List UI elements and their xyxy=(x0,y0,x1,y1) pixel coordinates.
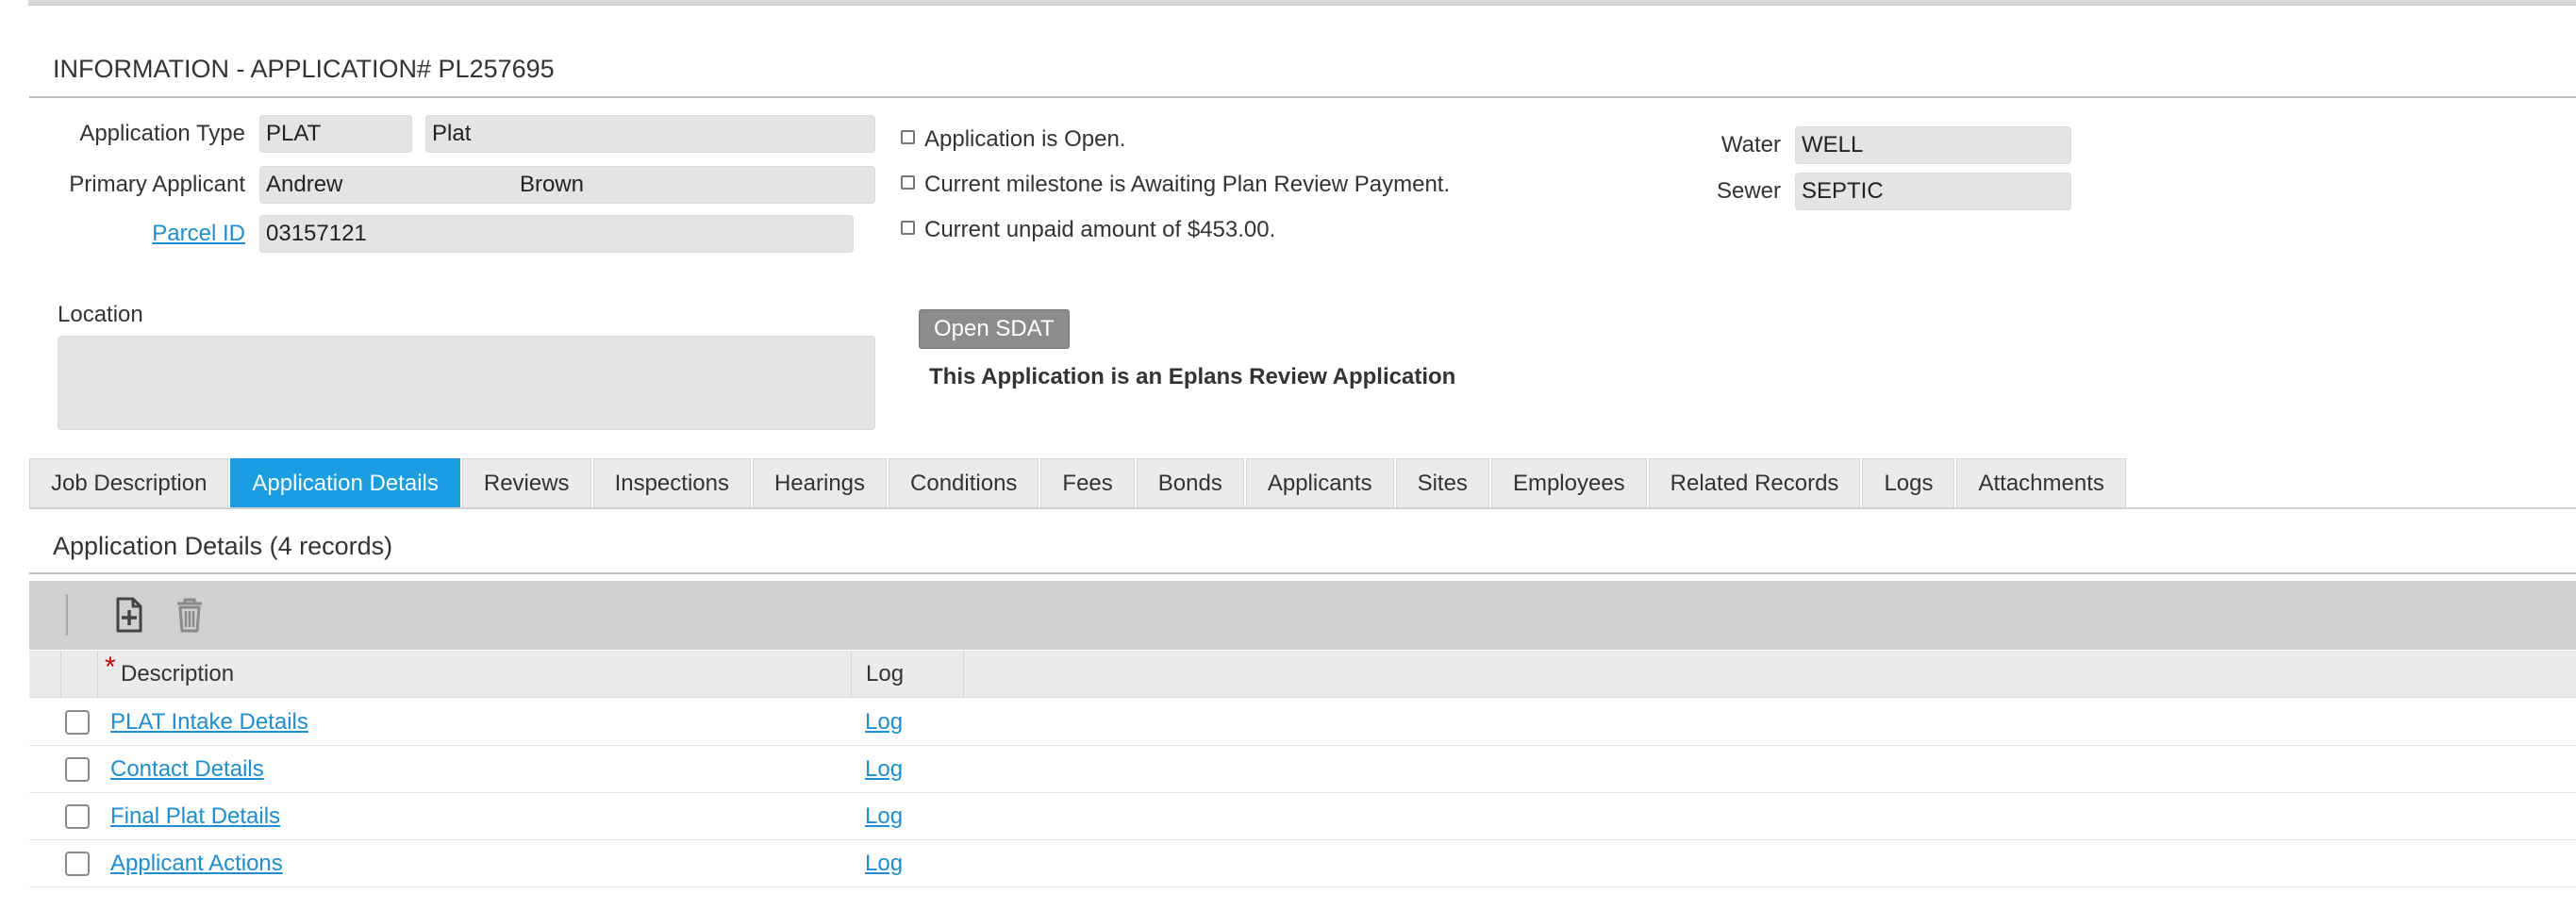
row-log-link[interactable]: Log xyxy=(865,793,903,840)
table-row: Final Plat Details Log xyxy=(29,793,2576,840)
bullet-square-icon xyxy=(901,175,915,190)
page-title: INFORMATION - APPLICATION# PL257695 xyxy=(53,55,555,83)
column-header-log[interactable]: Log xyxy=(866,651,904,698)
row-description-link[interactable]: Applicant Actions xyxy=(110,840,283,887)
primary-applicant-label: Primary Applicant xyxy=(69,172,245,197)
application-type-code-field: PLAT xyxy=(259,115,412,153)
tab-bonds[interactable]: Bonds xyxy=(1136,458,1244,507)
tab-application-details[interactable]: Application Details xyxy=(230,458,460,507)
tab-hearings[interactable]: Hearings xyxy=(752,458,888,507)
open-sdat-button[interactable]: Open SDAT xyxy=(919,309,1070,349)
applicant-last-name: Brown xyxy=(520,172,585,197)
tab-attachments[interactable]: Attachments xyxy=(1956,458,2126,507)
row-checkbox[interactable] xyxy=(65,804,90,829)
toolbar-separator xyxy=(66,594,68,636)
parcel-id-field: 03157121 xyxy=(259,215,854,253)
table-row: Applicant Actions Log xyxy=(29,840,2576,887)
bullet-square-icon xyxy=(901,221,915,236)
primary-applicant-field: Andrew Brown xyxy=(259,166,875,204)
parcel-id-link[interactable]: Parcel ID xyxy=(152,221,245,246)
tab-sites[interactable]: Sites xyxy=(1395,458,1489,507)
column-header-description[interactable]: Description xyxy=(121,651,234,698)
row-log-link[interactable]: Log xyxy=(865,699,903,746)
row-checkbox[interactable] xyxy=(65,852,90,876)
trash-icon[interactable] xyxy=(169,594,210,636)
tab-fees[interactable]: Fees xyxy=(1040,458,1135,507)
row-description-link[interactable]: PLAT Intake Details xyxy=(110,699,308,746)
details-toolbar xyxy=(29,581,2576,650)
tab-bar: Job Description Application Details Revi… xyxy=(29,458,2128,507)
location-label: Location xyxy=(58,302,143,327)
tab-job-description[interactable]: Job Description xyxy=(29,458,229,507)
tabs-divider xyxy=(29,507,2576,509)
parcel-id-link-wrap: Parcel ID xyxy=(38,215,245,253)
applicant-first-name: Andrew xyxy=(266,172,343,197)
top-bar xyxy=(28,0,2576,6)
tab-conditions[interactable]: Conditions xyxy=(889,458,1039,507)
required-mark: * xyxy=(105,652,116,683)
sewer-field: SEPTIC xyxy=(1795,173,2071,210)
tab-inspections[interactable]: Inspections xyxy=(592,458,751,507)
details-title: Application Details (4 records) xyxy=(53,532,393,560)
bullet-square-icon xyxy=(901,130,915,145)
row-log-link[interactable]: Log xyxy=(865,746,903,793)
add-document-icon[interactable] xyxy=(108,594,150,636)
row-log-link[interactable]: Log xyxy=(865,840,903,887)
status-milestone: Current milestone is Awaiting Plan Revie… xyxy=(901,172,1450,198)
grid-header: * Description Log xyxy=(29,651,2576,698)
table-row: Contact Details Log xyxy=(29,746,2576,793)
water-field: WELL xyxy=(1795,126,2071,164)
tab-employees[interactable]: Employees xyxy=(1490,458,1647,507)
sewer-label: Sewer xyxy=(1716,178,1781,204)
row-checkbox[interactable] xyxy=(65,757,90,782)
eplans-notice: This Application is an Eplans Review App… xyxy=(929,364,1456,389)
tab-related-records[interactable]: Related Records xyxy=(1648,458,1861,507)
title-divider xyxy=(29,96,2576,98)
status-unpaid: Current unpaid amount of $453.00. xyxy=(901,217,1275,243)
application-type-name-field: Plat xyxy=(425,115,875,153)
tab-reviews[interactable]: Reviews xyxy=(461,458,591,507)
row-checkbox[interactable] xyxy=(65,710,90,735)
table-row: PLAT Intake Details Log xyxy=(29,699,2576,746)
tab-applicants[interactable]: Applicants xyxy=(1245,458,1394,507)
row-description-link[interactable]: Contact Details xyxy=(110,746,264,793)
location-field xyxy=(58,336,875,430)
water-label: Water xyxy=(1720,132,1781,157)
details-divider xyxy=(29,572,2576,574)
application-type-label: Application Type xyxy=(79,121,245,146)
row-description-link[interactable]: Final Plat Details xyxy=(110,793,280,840)
tab-logs[interactable]: Logs xyxy=(1862,458,1955,507)
status-open: Application is Open. xyxy=(901,126,1125,153)
